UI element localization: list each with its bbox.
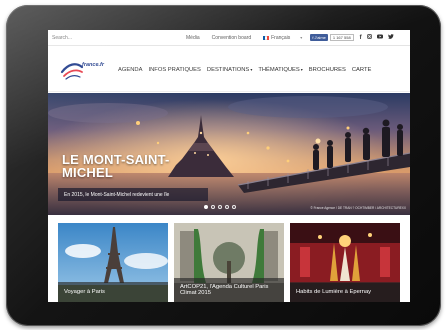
chevron-down-icon: ▾ [250, 67, 253, 72]
nav-item-destinations[interactable]: DESTINATIONS▾ [207, 67, 252, 73]
nav-item-thematiques[interactable]: THÉMATIQUES▾ [258, 67, 302, 73]
carousel-dot[interactable] [218, 205, 222, 209]
logo-wordmark[interactable]: france.fr [82, 62, 104, 68]
card-title: ArtCOP21, l'Agenda Culturel Paris Climat… [180, 283, 269, 297]
instagram-icon[interactable] [366, 34, 372, 41]
feature-cards: Voyager à Paris ArtCOP21, l'Agenda Cultu… [58, 223, 400, 302]
nav-item-agenda[interactable]: AGENDA [118, 67, 142, 73]
language-label: Français [271, 34, 291, 41]
nav-item-label: CARTE [351, 67, 372, 73]
facebook-like-label: J'aime [314, 35, 326, 40]
carousel-dot[interactable] [211, 205, 215, 209]
photo-credit: © France Agence / DE TRAN ? OCHTIMBER / … [310, 206, 406, 210]
nav-item-infos-pratiques[interactable]: INFOS PRATIQUES [148, 67, 200, 73]
language-selector[interactable]: Français ▾ [263, 35, 302, 41]
search-input[interactable] [52, 32, 170, 43]
french-flag-icon [263, 35, 270, 40]
nav-item-label: AGENDA [118, 67, 143, 73]
facebook-icon[interactable]: f [360, 35, 362, 41]
convention-board-link[interactable]: Convention board [212, 35, 251, 41]
twitter-icon[interactable] [387, 34, 394, 41]
nav-item-label: DESTINATIONS [206, 67, 250, 73]
carousel-pagination [204, 205, 239, 209]
nav-item-label: INFOS PRATIQUES [148, 67, 201, 73]
facebook-like-count: 1 167 558 [329, 34, 354, 41]
hero-title[interactable]: LE MONT-SAINT-MICHEL [62, 153, 192, 179]
carousel-dot[interactable] [204, 205, 208, 209]
card-voyager-paris[interactable]: Voyager à Paris [58, 223, 168, 302]
utility-bar: Média Convention board Français ▾ f J'ai… [48, 30, 410, 46]
card-habits-lumiere[interactable]: Habits de Lumière à Epernay [290, 223, 400, 302]
nav-item-label: THÉMATIQUES [258, 67, 300, 73]
card-artcop21[interactable]: ArtCOP21, l'Agenda Culturel Paris Climat… [174, 223, 284, 302]
card-title: Habits de Lumière à Epernay [296, 288, 372, 295]
card-label: ArtCOP21, l'Agenda Culturel Paris Climat… [174, 278, 284, 302]
main-navigation: france.fr AGENDA INFOS PRATIQUES DESTINA… [48, 46, 410, 92]
card-title: Voyager à Paris [64, 288, 105, 295]
carousel-dot[interactable] [232, 205, 236, 209]
hero-carousel[interactable]: LE MONT-SAINT-MICHEL En 2015, le Mont-Sa… [48, 93, 410, 215]
media-link[interactable]: Média [186, 35, 200, 41]
nav-menu: AGENDA INFOS PRATIQUES DESTINATIONS▾ THÉ… [118, 67, 377, 73]
nav-item-carte[interactable]: CARTE [352, 67, 372, 73]
card-label: Habits de Lumière à Epernay [290, 282, 400, 302]
nav-item-label: BROCHURES [308, 67, 346, 73]
chevron-down-icon: ▾ [300, 35, 303, 40]
thumbs-up-icon: f [312, 35, 314, 40]
facebook-like-button[interactable]: f J'aime [310, 34, 328, 41]
browser-screen: Média Convention board Français ▾ f J'ai… [48, 30, 410, 302]
carousel-dot[interactable] [225, 205, 229, 209]
chevron-down-icon: ▾ [300, 67, 303, 72]
nav-item-brochures[interactable]: BROCHURES [309, 67, 346, 73]
card-label: Voyager à Paris [58, 282, 168, 302]
youtube-icon[interactable] [376, 34, 383, 41]
hero-caption[interactable]: En 2015, le Mont-Saint-Michel redevient … [58, 188, 208, 201]
